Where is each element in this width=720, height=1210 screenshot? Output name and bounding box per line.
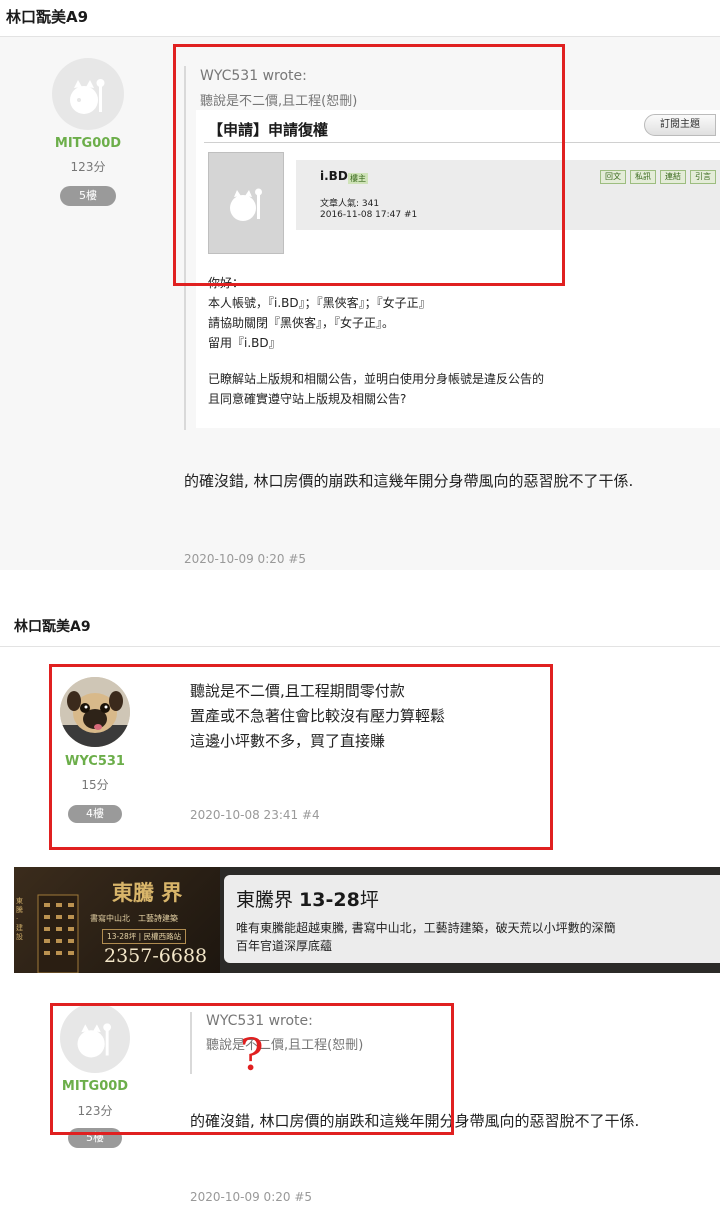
ad-image: 東騰 · 建設 東騰 界 書寫中山北 工藝詩建築 13-28坪 | 民權西路站 … (14, 867, 220, 973)
default-avatar-icon (70, 79, 105, 114)
ad-sub-tagline: 13-28坪 | 民權西路站 (102, 929, 187, 944)
highlight-box (49, 664, 553, 850)
ad-description: 唯有東騰能超越東騰, 書寫中山北，工藝詩建築，破天荒以小坪數的深簡 (236, 921, 616, 935)
letter-line: 已瞭解站上版規和相關公告，並明白使用分身帳號是違反公告的 (208, 372, 545, 386)
highlight-box (50, 1003, 454, 1135)
letter-line: 請協助關閉『黑俠客』，『女子正』。 (208, 316, 395, 330)
highlight-box (173, 44, 565, 286)
letter-line: 且同意確實遵守站上版規及相關公告? (208, 392, 407, 406)
ad-description: 百年官道深厚底蘊 (236, 939, 333, 953)
user-score: 123分 (70, 160, 106, 174)
post-meta[interactable]: 2020-10-09 0:20 #5 (184, 552, 306, 566)
divider (0, 646, 720, 647)
building-icon (37, 894, 79, 973)
link-button[interactable]: 連結 (660, 170, 686, 184)
board-title[interactable]: 林口翫美A9 (14, 616, 91, 636)
post-meta[interactable]: 2020-10-09 0:20 #5 (190, 1190, 312, 1204)
ad-headline: 東騰界 13-28坪 (236, 885, 379, 912)
ad-headline-bold: 13-28 (299, 889, 360, 911)
message-button[interactable]: 私訊 (630, 170, 656, 184)
ad-headline-suffix: 坪 (359, 889, 379, 911)
ad-side-text: 東騰 · 建設 (16, 897, 23, 941)
username[interactable]: MITG00D (40, 136, 136, 151)
ad-headline-prefix: 東騰界 (236, 889, 300, 911)
ad-phone: 2357-6688 (104, 945, 208, 967)
letter-line: 留用『i.BD』 (208, 336, 281, 350)
post-body: 的確沒錯, 林口房價的崩跌和這幾年開分身帶風向的惡習脫不了干係. (184, 472, 634, 490)
board-title[interactable]: 林口翫美A9 (6, 6, 88, 27)
letter-line: 本人帳號，『i.BD』；『黑俠客』；『女子正』 (208, 296, 431, 310)
floor-badge[interactable]: 5樓 (60, 186, 116, 206)
avatar[interactable] (52, 58, 124, 130)
ad-brand: 東騰 界 (112, 880, 183, 905)
quote-button[interactable]: 引言 (690, 170, 716, 184)
ad-banner[interactable]: 東騰 · 建設 東騰 界 書寫中山北 工藝詩建築 13-28坪 | 民權西路站 … (14, 867, 720, 973)
ad-text-panel: 東騰界 13-28坪 唯有東騰能超越東騰, 書寫中山北，工藝詩建築，破天荒以小坪… (224, 875, 720, 963)
ad-tagline: 書寫中山北 工藝詩建築 (90, 914, 178, 923)
reply-button[interactable]: 回文 (600, 170, 626, 184)
subscribe-button[interactable]: 訂閱主題 (644, 114, 716, 136)
